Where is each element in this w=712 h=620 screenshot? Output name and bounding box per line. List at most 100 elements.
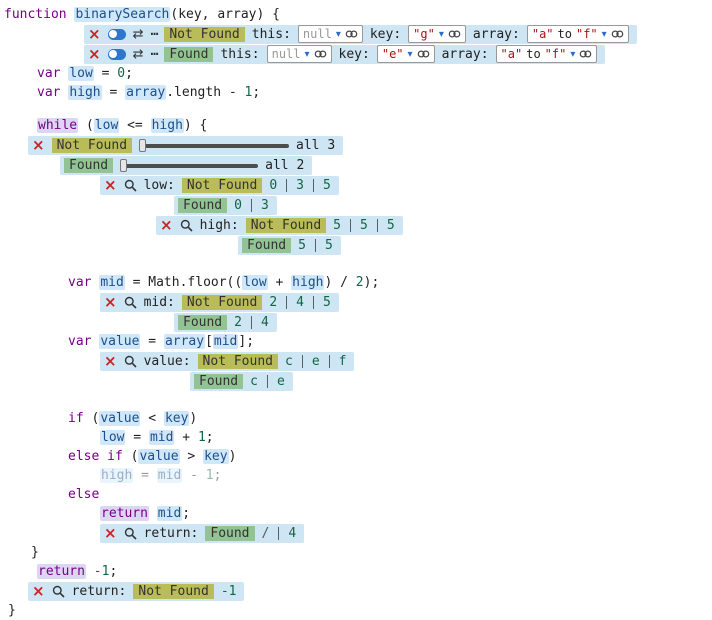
identifier-key[interactable]: key bbox=[203, 449, 228, 464]
array-dropdown[interactable]: "a" to "f" ▾ bbox=[496, 45, 598, 63]
remove-icon[interactable]: × bbox=[104, 354, 117, 369]
iteration-slider[interactable] bbox=[120, 159, 258, 172]
toggle-example-icon[interactable] bbox=[108, 29, 126, 40]
identifier-high[interactable]: high bbox=[151, 118, 184, 133]
magnifier-icon[interactable] bbox=[180, 219, 193, 232]
example-badge[interactable]: Not Found bbox=[164, 27, 244, 42]
identifier-high[interactable]: high bbox=[291, 275, 324, 290]
example-badge[interactable]: Found bbox=[178, 315, 227, 330]
more-options-icon[interactable]: ⋯ bbox=[150, 47, 157, 62]
link-icon[interactable] bbox=[448, 29, 461, 39]
remove-icon[interactable]: × bbox=[104, 526, 117, 541]
remove-icon[interactable]: × bbox=[32, 584, 45, 599]
identifier-mid[interactable]: mid bbox=[99, 275, 124, 290]
link-icon[interactable] bbox=[314, 49, 327, 59]
value-separator bbox=[251, 199, 252, 212]
remove-icon[interactable]: × bbox=[104, 178, 117, 193]
identifier-array[interactable]: array bbox=[164, 334, 205, 349]
this-dropdown[interactable]: null ▾ bbox=[267, 45, 332, 63]
identifier-mid[interactable]: mid bbox=[157, 468, 182, 483]
identifier-high[interactable]: high bbox=[100, 468, 133, 483]
example-badge[interactable]: Found bbox=[205, 526, 254, 541]
magnifier-icon[interactable] bbox=[124, 355, 137, 368]
code-line-return-mid[interactable]: return mid; bbox=[100, 504, 712, 523]
toggle-example-icon[interactable] bbox=[108, 49, 126, 60]
example-badge[interactable]: Not Found bbox=[133, 584, 213, 599]
code-line-else-if[interactable]: else if (value > key) bbox=[68, 447, 712, 466]
code-line-var-low[interactable]: var low = 0; bbox=[37, 64, 712, 83]
example-badge[interactable]: Not Found bbox=[246, 218, 326, 233]
code-line-while[interactable]: while (low <= high) { bbox=[37, 116, 712, 135]
link-icon[interactable] bbox=[345, 29, 358, 39]
example-badge[interactable]: Found bbox=[194, 374, 243, 389]
remove-example-icon[interactable]: × bbox=[88, 47, 101, 62]
magnifier-icon[interactable] bbox=[124, 527, 137, 540]
value-separator bbox=[329, 355, 330, 368]
this-dropdown[interactable]: null ▾ bbox=[298, 25, 363, 43]
array-label: array: bbox=[473, 27, 520, 42]
identifier-low[interactable]: low bbox=[68, 66, 93, 81]
magnifier-icon[interactable] bbox=[124, 296, 137, 309]
identifier-array[interactable]: array bbox=[125, 85, 166, 100]
identifier-key[interactable]: key bbox=[164, 411, 189, 426]
value-separator bbox=[350, 219, 351, 232]
identifier-high[interactable]: high bbox=[68, 85, 101, 100]
keyword-return[interactable]: return bbox=[100, 506, 149, 521]
array-dropdown[interactable]: "a" to "f" ▾ bbox=[527, 25, 629, 43]
swap-arguments-icon[interactable]: ⇄ bbox=[133, 27, 144, 42]
remove-icon[interactable]: × bbox=[160, 218, 173, 233]
slider-handle[interactable] bbox=[120, 159, 127, 172]
identifier-low[interactable]: low bbox=[94, 118, 119, 133]
link-icon[interactable] bbox=[611, 29, 624, 39]
identifier-mid[interactable]: mid bbox=[213, 334, 238, 349]
code-line-assign-low[interactable]: low = mid + 1; bbox=[100, 428, 712, 447]
code-line-var-value[interactable]: var value = array[mid]; bbox=[68, 332, 712, 351]
example-badge[interactable]: Found bbox=[164, 47, 213, 62]
keyword-return[interactable]: return bbox=[37, 564, 86, 579]
example-badge[interactable]: Found bbox=[242, 238, 291, 253]
example-badge[interactable]: Not Found bbox=[182, 295, 262, 310]
keyword-while[interactable]: while bbox=[37, 118, 78, 133]
link-icon[interactable] bbox=[417, 49, 430, 59]
remove-icon[interactable]: × bbox=[104, 295, 117, 310]
swap-arguments-icon[interactable]: ⇄ bbox=[133, 47, 144, 62]
code-line-return-neg1[interactable]: return -1; bbox=[37, 562, 712, 581]
identifier-value[interactable]: value bbox=[99, 334, 140, 349]
identifier-value[interactable]: value bbox=[138, 449, 179, 464]
key-dropdown[interactable]: "g" ▾ bbox=[408, 25, 466, 43]
identifier-value[interactable]: value bbox=[99, 411, 140, 426]
code-line-close-while[interactable]: } bbox=[31, 543, 712, 562]
toggle-knob bbox=[109, 50, 117, 58]
magnifier-icon[interactable] bbox=[52, 585, 65, 598]
code-line-function[interactable]: function binarySearch(key, array) { bbox=[4, 5, 712, 24]
key-dropdown[interactable]: "e" ▾ bbox=[377, 45, 435, 63]
slider-handle[interactable] bbox=[139, 139, 146, 152]
code-line-var-high[interactable]: var high = array.length - 1; bbox=[37, 83, 712, 102]
identifier-low[interactable]: low bbox=[242, 275, 267, 290]
example-badge[interactable]: Found bbox=[64, 158, 113, 173]
toggle-knob bbox=[109, 30, 117, 38]
value-separator bbox=[315, 239, 316, 252]
example-badge[interactable]: Found bbox=[178, 198, 227, 213]
code-line-else[interactable]: else bbox=[68, 485, 712, 504]
example-badge[interactable]: Not Found bbox=[52, 138, 132, 153]
remove-example-icon[interactable]: × bbox=[88, 27, 101, 42]
code-line-assign-high-unexecuted[interactable]: high = mid - 1; bbox=[100, 466, 712, 485]
identifier-low[interactable]: low bbox=[100, 430, 125, 445]
more-options-icon[interactable]: ⋯ bbox=[150, 27, 157, 42]
magnifier-icon[interactable] bbox=[124, 179, 137, 192]
identifier-mid[interactable]: mid bbox=[149, 430, 174, 445]
value-separator bbox=[302, 355, 303, 368]
identifier-mid[interactable]: mid bbox=[157, 506, 182, 521]
example-badge[interactable]: Not Found bbox=[198, 354, 278, 369]
function-name[interactable]: binarySearch bbox=[74, 7, 170, 22]
iteration-slider[interactable] bbox=[139, 139, 289, 152]
link-icon[interactable] bbox=[579, 49, 592, 59]
example-badge[interactable]: Not Found bbox=[182, 178, 262, 193]
code-line-if[interactable]: if (value < key) bbox=[68, 409, 712, 428]
code-line-var-mid[interactable]: var mid = Math.floor((low + high) / 2); bbox=[68, 273, 712, 292]
probe-line-high: Found 55 bbox=[4, 235, 712, 255]
code-line-close-function[interactable]: } bbox=[8, 601, 712, 620]
array-from-value: "a" bbox=[532, 27, 554, 41]
remove-icon[interactable]: × bbox=[32, 138, 45, 153]
